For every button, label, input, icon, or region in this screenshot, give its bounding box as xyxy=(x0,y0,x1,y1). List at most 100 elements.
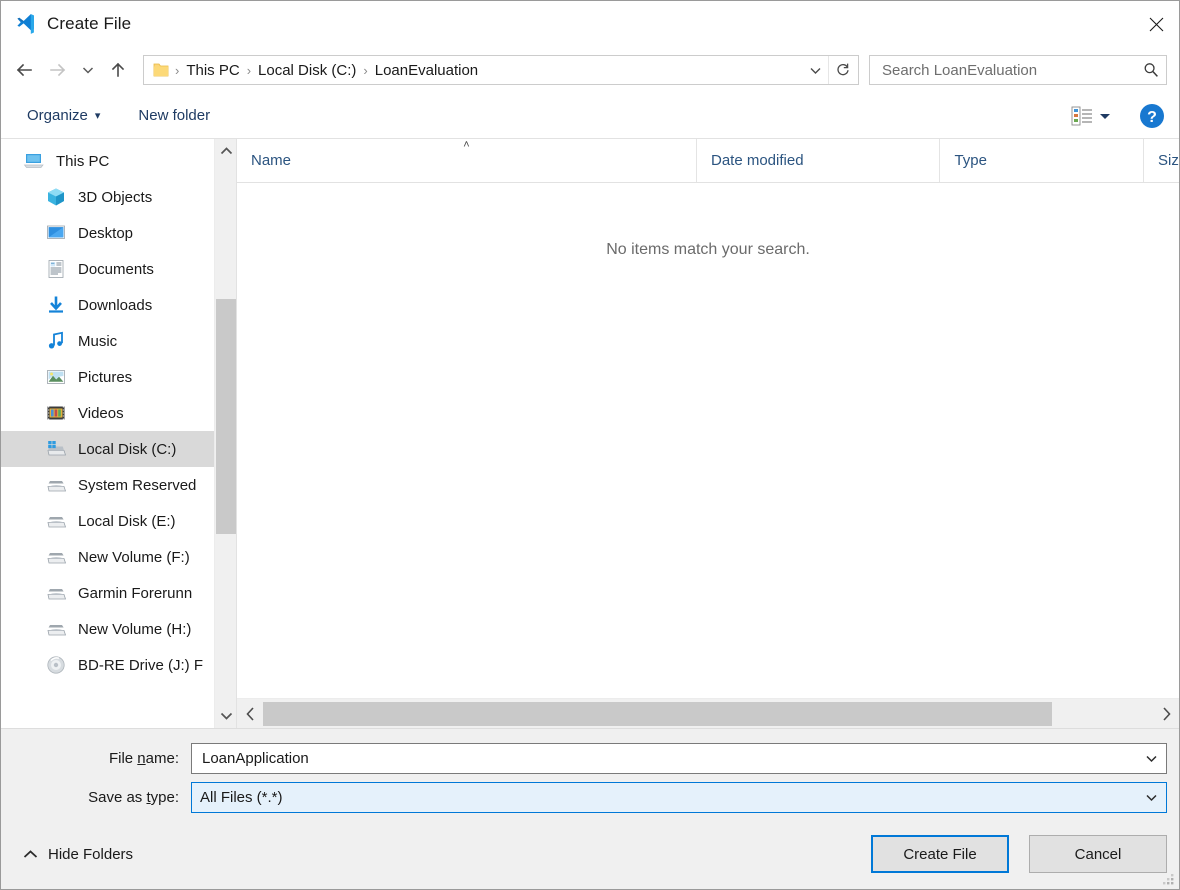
sidebar-item-music[interactable]: Music xyxy=(1,323,214,359)
sidebar-scroll-up-button[interactable] xyxy=(215,139,236,163)
save-as-type-combobox[interactable]: All Files (*.*) xyxy=(191,782,1167,813)
file-name-input[interactable] xyxy=(200,749,1138,768)
sidebar-item-label: New Volume (F:) xyxy=(78,548,190,566)
this-pc-icon xyxy=(23,150,45,172)
sidebar-item-documents[interactable]: Documents xyxy=(1,251,214,287)
chevron-down-icon xyxy=(1145,755,1157,763)
sidebar-item-this-pc[interactable]: This PC xyxy=(1,143,214,179)
documents-icon xyxy=(48,260,64,278)
drive-icon xyxy=(45,546,67,568)
address-bar-row: › This PC › Local Disk (C:) › LoanEvalua… xyxy=(1,47,1179,93)
empty-list-message: No items match your search. xyxy=(606,241,810,258)
back-button[interactable] xyxy=(7,53,41,87)
column-header-siz[interactable]: Siz xyxy=(1143,139,1179,182)
file-list[interactable]: No items match your search. xyxy=(237,183,1179,698)
music-icon xyxy=(48,331,63,349)
documents-icon xyxy=(45,258,67,280)
column-header-date-modified[interactable]: Date modified xyxy=(695,139,939,182)
file-form: File name: Save as type: All Files (*.*) xyxy=(1,728,1179,821)
this-pc-icon xyxy=(23,154,44,168)
file-name-combobox[interactable] xyxy=(191,743,1167,774)
navigation-list: This PC 3D Objects Desktop Documents Downloa… xyxy=(1,139,214,683)
save-as-type-row: Save as type: All Files (*.*) xyxy=(13,782,1167,813)
downloads-icon xyxy=(45,294,67,316)
hide-folders-button[interactable]: Hide Folders xyxy=(13,842,141,867)
up-button[interactable] xyxy=(101,53,135,87)
sidebar-item-videos[interactable]: Videos xyxy=(1,395,214,431)
breadcrumb-item-local-disk-c[interactable]: Local Disk (C:) xyxy=(252,60,362,81)
close-button[interactable] xyxy=(1133,1,1179,47)
search-box[interactable] xyxy=(869,55,1167,85)
recent-locations-button[interactable] xyxy=(75,53,101,87)
view-layout-icon xyxy=(1071,106,1092,125)
sidebar-item-bd-re-drive-j-f[interactable]: BD-RE Drive (J:) F xyxy=(1,647,214,683)
horizontal-scroll-thumb[interactable] xyxy=(263,701,1052,726)
drive-icon xyxy=(47,589,67,600)
title-bar: Create File xyxy=(1,1,1179,47)
downloads-icon xyxy=(49,296,63,313)
organize-button[interactable]: Organize ▾ xyxy=(19,102,108,129)
column-header-label: Date modified xyxy=(710,152,804,169)
sidebar-item-system-reserved[interactable]: System Reserved xyxy=(1,467,214,503)
sidebar-scrollbar[interactable] xyxy=(214,139,236,728)
back-arrow-icon xyxy=(16,63,32,77)
address-dropdown-button[interactable] xyxy=(802,57,828,83)
hide-folders-label: Hide Folders xyxy=(48,845,134,863)
sidebar-item-downloads[interactable]: Downloads xyxy=(1,287,214,323)
column-header-label: Siz xyxy=(1158,152,1179,169)
search-icon[interactable] xyxy=(1142,61,1160,79)
save-as-type-dropdown-button[interactable] xyxy=(1138,783,1164,812)
3d-objects-icon xyxy=(45,186,67,208)
address-bar[interactable]: › This PC › Local Disk (C:) › LoanEvalua… xyxy=(143,55,859,85)
scroll-right-button[interactable] xyxy=(1153,699,1179,729)
file-list-pane: ˄ Name Date modified Type Siz No items match… xyxy=(237,139,1179,728)
breadcrumb-item-this-pc[interactable]: This PC xyxy=(180,60,245,81)
file-name-label-text: File name: xyxy=(108,750,179,767)
sidebar-item-new-volume-f[interactable]: New Volume (F:) xyxy=(1,539,214,575)
desktop-icon xyxy=(45,222,67,244)
optical-drive-icon xyxy=(47,656,65,674)
sidebar-item-local-disk-c[interactable]: Local Disk (C:) xyxy=(1,431,214,467)
refresh-button[interactable] xyxy=(828,56,856,84)
sidebar-item-desktop[interactable]: Desktop xyxy=(1,215,214,251)
search-input[interactable] xyxy=(880,60,1142,80)
resize-grip-icon[interactable] xyxy=(1161,872,1175,886)
forward-button[interactable] xyxy=(41,53,75,87)
column-header-name[interactable]: ˄ Name xyxy=(237,139,696,182)
file-name-dropdown-button[interactable] xyxy=(1138,744,1164,773)
sort-ascending-icon: ˄ xyxy=(463,139,470,151)
dialog-body: This PC 3D Objects Desktop Documents Downloa… xyxy=(1,139,1179,728)
breadcrumb-item-loanevaluation[interactable]: LoanEvaluation xyxy=(369,60,484,81)
sidebar-scroll-down-button[interactable] xyxy=(215,704,236,728)
drive-icon xyxy=(45,618,67,640)
sidebar-scroll-thumb[interactable] xyxy=(216,299,236,534)
sidebar-item-local-disk-e[interactable]: Local Disk (E:) xyxy=(1,503,214,539)
folder-icon xyxy=(153,63,169,77)
chevron-up-icon xyxy=(220,147,232,155)
new-folder-button[interactable]: New folder xyxy=(130,102,218,129)
navigation-pane: This PC 3D Objects Desktop Documents Downloa… xyxy=(1,139,237,728)
desktop-icon xyxy=(47,225,65,239)
sidebar-item-pictures[interactable]: Pictures xyxy=(1,359,214,395)
column-header-type[interactable]: Type xyxy=(939,139,1143,182)
file-name-row: File name: xyxy=(13,743,1167,774)
sidebar-item-label: Local Disk (E:) xyxy=(78,512,176,530)
cancel-button[interactable]: Cancel xyxy=(1029,835,1167,873)
chevron-down-icon xyxy=(1145,794,1157,802)
horizontal-scrollbar[interactable] xyxy=(237,698,1179,728)
help-button[interactable]: ? xyxy=(1139,103,1165,129)
sidebar-item-new-volume-h[interactable]: New Volume (H:) xyxy=(1,611,214,647)
sidebar-item-label: BD-RE Drive (J:) F xyxy=(78,656,203,674)
scroll-left-button[interactable] xyxy=(237,699,263,729)
pictures-icon xyxy=(45,366,67,388)
drive-icon xyxy=(47,553,67,564)
view-layout-button[interactable] xyxy=(1065,102,1117,130)
horizontal-scroll-track[interactable] xyxy=(263,699,1153,729)
windows-drive-icon xyxy=(45,438,67,460)
create-file-button[interactable]: Create File xyxy=(871,835,1009,873)
sidebar-item-3d-objects[interactable]: 3D Objects xyxy=(1,179,214,215)
sidebar-item-garmin-forerunn[interactable]: Garmin Forerunn xyxy=(1,575,214,611)
drive-icon xyxy=(47,517,67,528)
toolbar: Organize ▾ New folder ? xyxy=(1,93,1179,139)
sidebar-item-label: Desktop xyxy=(78,224,134,242)
